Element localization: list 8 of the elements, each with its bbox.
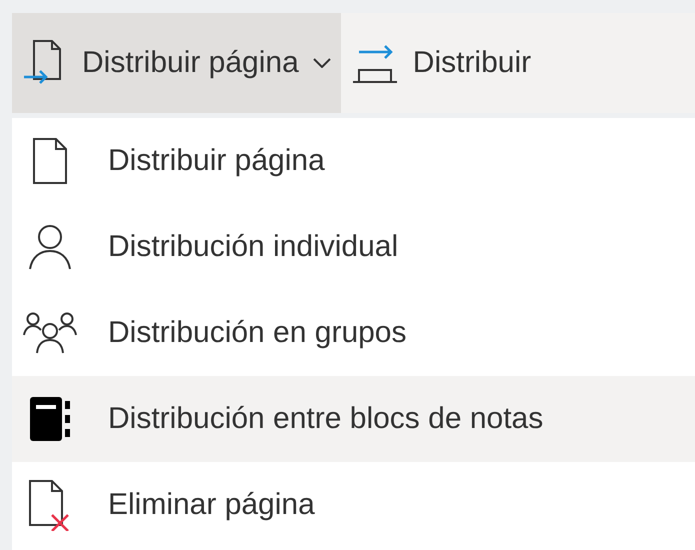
notebook-icon — [28, 395, 72, 443]
page-icon — [30, 137, 70, 185]
people-icon — [23, 311, 77, 355]
chevron-down-icon — [312, 58, 331, 68]
ribbon-button[interactable]: Distribuir página — [12, 13, 341, 113]
ribbon-button[interactable]: Distribuir — [340, 13, 542, 113]
person-icon — [28, 223, 72, 271]
menu-item[interactable]: Distribución entre blocs de notas — [12, 376, 695, 462]
